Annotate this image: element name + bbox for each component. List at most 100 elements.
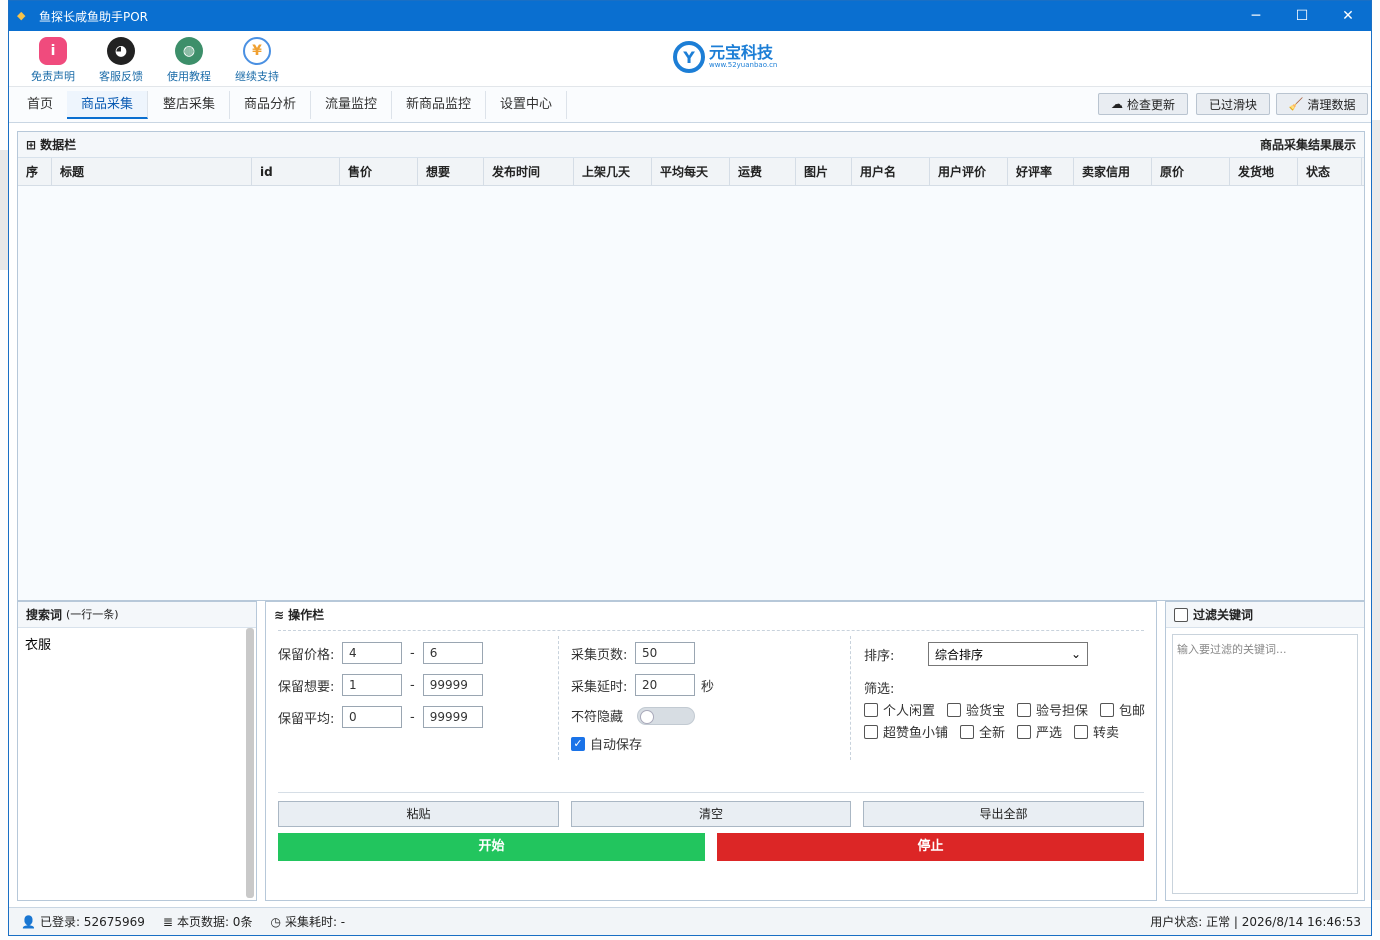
check-update-label: 检查更新 — [1126, 97, 1175, 112]
filter-inspection-checkbox[interactable] — [947, 702, 962, 717]
toolbar-support[interactable]: ¥ 继续支持 — [225, 37, 289, 84]
col-days-listed[interactable]: 上架几天 — [574, 158, 652, 186]
toolbar-feedback[interactable]: ◕ 客服反馈 — [89, 37, 153, 84]
check-update-button[interactable]: ☁ 检查更新 — [1098, 93, 1188, 115]
search-scrollbar[interactable] — [246, 628, 254, 898]
col-title[interactable]: 标题 — [52, 158, 252, 186]
filter-row-1: 个人闲置 验货宝 验号担保 包邮 — [864, 700, 1145, 719]
filter-new-checkbox[interactable] — [960, 724, 975, 739]
passed-slider-label: 已过滑块 — [1208, 97, 1257, 112]
col-image[interactable]: 图片 — [796, 158, 852, 186]
keep-want-min-input[interactable]: 1 — [342, 674, 402, 696]
tab-home[interactable]: 首页 — [13, 91, 69, 119]
hide-nonmatching-toggle[interactable] — [637, 706, 695, 725]
logo-url: www.52yuanbao.cn — [709, 61, 778, 69]
search-panel-hint: (一行一条) — [66, 608, 119, 621]
filter-keywords-textarea[interactable]: 输入要过滤的关键词... — [1172, 634, 1358, 894]
minimize-icon: ─ — [1251, 8, 1261, 24]
sort-row: 排序: 综合排序 ⌄ — [864, 642, 1088, 666]
tab-product-analysis[interactable]: 商品分析 — [230, 91, 312, 119]
clear-data-button[interactable]: 🧹 清理数据 — [1276, 93, 1368, 115]
app-window: ◆ 鱼探长咸鱼助手POR ─ ☐ ✕ i 免责声明 ◕ 客服反馈 ◍ 使用教程 … — [8, 0, 1372, 936]
col-original-price[interactable]: 原价 — [1152, 158, 1230, 186]
database-icon: ≣ — [162, 914, 173, 929]
paste-button[interactable]: 粘贴 — [278, 801, 559, 827]
keep-price-row: 保留价格: 4 - 6 — [278, 642, 483, 664]
filter-personal-checkbox[interactable] — [864, 702, 878, 717]
maximize-button[interactable]: ☐ — [1279, 1, 1325, 31]
toolbar-tutorial[interactable]: ◍ 使用教程 — [157, 37, 221, 84]
toolbar-disclaimer[interactable]: i 免责声明 — [21, 37, 85, 84]
tab-product-collect[interactable]: 商品采集 — [67, 91, 149, 119]
stop-button[interactable]: 停止 — [717, 833, 1144, 861]
autosave-row: ✓ 自动保存 — [571, 734, 642, 753]
keep-price-min-input[interactable]: 4 — [342, 642, 402, 664]
title-bar: ◆ 鱼探长咸鱼助手POR ─ ☐ ✕ — [9, 1, 1371, 31]
top-toolbar: i 免责声明 ◕ 客服反馈 ◍ 使用教程 ¥ 继续支持 Y 元宝科技 www.5… — [9, 31, 1371, 87]
table-body[interactable] — [18, 186, 1364, 600]
tab-new-product-monitor[interactable]: 新商品监控 — [392, 91, 487, 119]
col-seller-credit[interactable]: 卖家信用 — [1074, 158, 1152, 186]
col-ship-from[interactable]: 发货地 — [1230, 158, 1298, 186]
search-keywords-textarea[interactable]: 衣服 — [21, 628, 250, 898]
col-index[interactable]: 序 — [18, 158, 52, 186]
tab-shop-collect[interactable]: 整店采集 — [149, 91, 231, 119]
keep-want-max-input[interactable]: 99999 — [422, 674, 483, 696]
col-user-rating[interactable]: 用户评价 — [930, 158, 1008, 186]
sort-select[interactable]: 综合排序 ⌄ — [928, 642, 1088, 666]
col-avg-daily[interactable]: 平均每天 — [652, 158, 730, 186]
status-login-text: 已登录: 52675969 — [39, 915, 145, 929]
keep-price-max-input[interactable]: 6 — [422, 642, 483, 664]
search-panel-header: 搜索词 (一行一条) — [18, 602, 256, 628]
filter-resale-checkbox[interactable] — [1074, 724, 1089, 739]
pages-input[interactable]: 50 — [635, 642, 695, 664]
status-elapsed: ◷ 采集耗时: - — [270, 913, 345, 930]
col-status[interactable]: 状态 — [1298, 158, 1362, 186]
window-title: 鱼探长咸鱼助手POR — [39, 9, 149, 24]
filter-guarantee-checkbox[interactable] — [1017, 702, 1032, 717]
col-id[interactable]: id — [252, 158, 340, 186]
qq-penguin-icon: ◕ — [107, 37, 135, 65]
search-panel-title: 搜索词 — [26, 608, 63, 622]
col-want[interactable]: 想要 — [418, 158, 484, 186]
status-page-data-text: 本页数据: 0条 — [176, 915, 253, 929]
start-button[interactable]: 开始 — [278, 833, 705, 861]
hide-label: 不符隐藏 — [571, 710, 624, 725]
logo-text: 元宝科技 — [709, 43, 774, 62]
col-shipping[interactable]: 运费 — [730, 158, 796, 186]
info-icon: i — [39, 37, 67, 65]
col-username[interactable]: 用户名 — [852, 158, 930, 186]
delay-label: 采集延时: — [571, 679, 628, 695]
tab-traffic-monitor[interactable]: 流量监控 — [311, 91, 393, 119]
clear-button[interactable]: 清空 — [571, 801, 851, 827]
filter-guarantee-label: 验号担保 — [1036, 704, 1089, 719]
delay-row: 采集延时: 20 秒 — [571, 674, 714, 696]
autosave-checkbox[interactable]: ✓ — [571, 736, 585, 751]
tab-settings[interactable]: 设置中心 — [486, 91, 568, 119]
operations-panel: ≋ 操作栏 保留价格: 4 - 6 保留想要: 1 - 99999 保留平均: … — [265, 601, 1157, 901]
table-header: 序 标题 id 售价 想要 发布时间 上架几天 平均每天 运费 图片 用户名 用… — [18, 158, 1364, 186]
filter-free-shipping-checkbox[interactable] — [1100, 702, 1115, 717]
passed-slider-button[interactable]: 已过滑块 — [1196, 93, 1270, 115]
delay-input[interactable]: 20 — [635, 674, 695, 696]
filter-keywords-title: 过滤关键词 — [1193, 608, 1254, 622]
filter-label-row: 筛选: — [864, 678, 894, 697]
filter-keywords-checkbox[interactable] — [1174, 608, 1188, 622]
keep-avg-min-input[interactable]: 0 — [342, 706, 402, 728]
col-price[interactable]: 售价 — [340, 158, 418, 186]
filter-super-shop-checkbox[interactable] — [864, 724, 878, 739]
keep-avg-max-input[interactable]: 99999 — [422, 706, 483, 728]
minimize-button[interactable]: ─ — [1233, 1, 1279, 31]
user-icon: 👤 — [21, 914, 36, 929]
keep-want-label: 保留想要: — [278, 679, 335, 695]
col-publish-time[interactable]: 发布时间 — [484, 158, 574, 186]
filter-keywords-panel: 过滤关键词 输入要过滤的关键词... — [1165, 601, 1365, 901]
data-panel-header: ⊞ 数据栏 商品采集结果展示 — [18, 132, 1364, 158]
sliders-icon: ≋ — [274, 608, 285, 622]
keep-avg-label: 保留平均: — [278, 711, 335, 727]
filter-selected-checkbox[interactable] — [1017, 724, 1032, 739]
sort-label: 排序: — [864, 648, 895, 664]
close-button[interactable]: ✕ — [1325, 1, 1371, 31]
col-positive-rate[interactable]: 好评率 — [1008, 158, 1074, 186]
export-all-button[interactable]: 导出全部 — [863, 801, 1144, 827]
